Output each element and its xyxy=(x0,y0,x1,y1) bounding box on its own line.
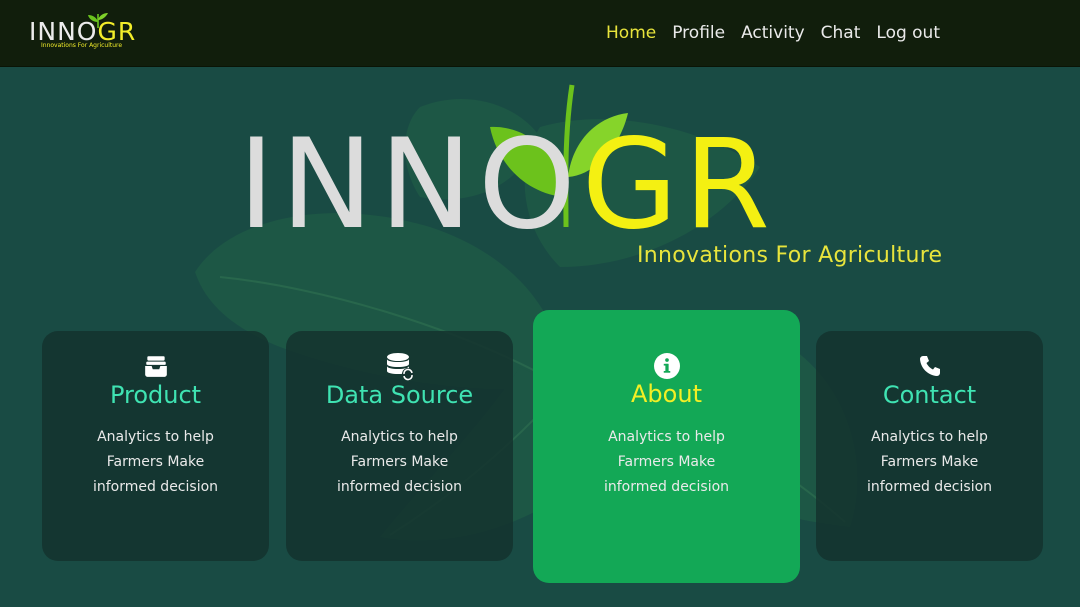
card-title: Contact xyxy=(882,381,977,409)
about-card[interactable]: About Analytics to help Farmers Make inf… xyxy=(533,310,800,583)
brand-logo[interactable]: INNOGR Innovations For Agriculture xyxy=(29,12,141,52)
info-icon xyxy=(653,353,680,379)
sprout-icon xyxy=(88,13,108,28)
database-sync-icon xyxy=(386,353,414,381)
card-title: About xyxy=(631,380,702,408)
card-description: Analytics to help Farmers Make informed … xyxy=(92,429,219,495)
contact-card[interactable]: Contact Analytics to help Farmers Make i… xyxy=(816,331,1043,561)
nav-link-logout[interactable]: Log out xyxy=(876,21,940,45)
logo-tagline: Innovations For Agriculture xyxy=(41,42,123,49)
card-description: Analytics to help Farmers Make informed … xyxy=(336,429,463,495)
card-description: Analytics to help Farmers Make informed … xyxy=(603,429,730,495)
card-title: Data Source xyxy=(325,381,474,409)
hero-tagline: Innovations For Agriculture xyxy=(637,243,943,268)
hero-section: INNOGR Innovations For Agriculture xyxy=(0,67,1080,307)
nav-link-chat[interactable]: Chat xyxy=(821,21,861,45)
nav-menu: Home Profile Activity Chat Log out xyxy=(590,21,940,45)
card-title: Product xyxy=(109,381,202,409)
inbox-icon xyxy=(144,356,167,377)
nav-link-home[interactable]: Home xyxy=(606,21,656,45)
hero-wordmark: INNOGR xyxy=(238,113,776,257)
top-navbar: INNOGR Innovations For Agriculture Home … xyxy=(0,0,1080,67)
product-card[interactable]: Product Analytics to help Farmers Make i… xyxy=(42,331,269,561)
data-source-card[interactable]: Data Source Analytics to help Farmers Ma… xyxy=(286,331,513,561)
nav-link-profile[interactable]: Profile xyxy=(672,21,725,45)
card-description: Analytics to help Farmers Make informed … xyxy=(866,429,993,495)
phone-icon xyxy=(919,356,940,376)
nav-link-activity[interactable]: Activity xyxy=(741,21,805,45)
